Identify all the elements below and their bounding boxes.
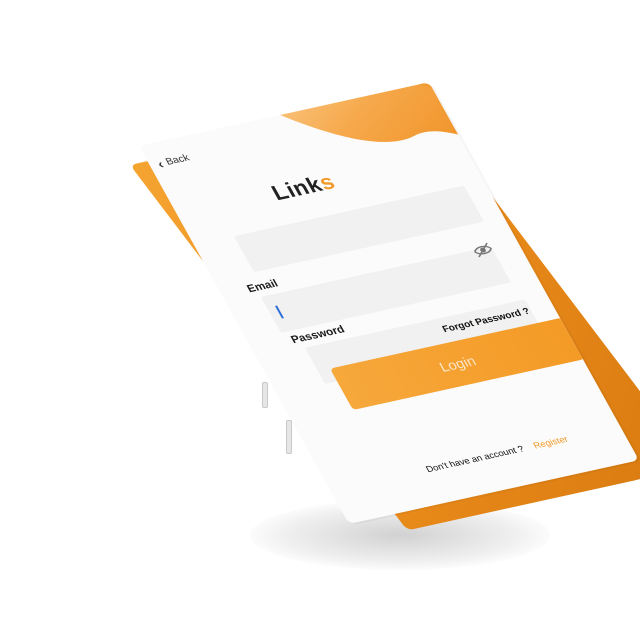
device-side-button <box>262 382 268 408</box>
mockup-stage: ‹ Back Links Email Password Forgot Passw… <box>0 0 640 640</box>
no-account-text: Don't have an account ? <box>424 443 526 475</box>
header-wave-decoration <box>239 82 509 146</box>
login-label: Login <box>436 352 479 375</box>
text-cursor <box>275 305 284 319</box>
register-link[interactable]: Register <box>531 434 570 450</box>
email-label: Email <box>245 277 281 296</box>
tablet-device: ‹ Back Links Email Password Forgot Passw… <box>0 0 640 640</box>
register-row: Don't have an account ? Register <box>424 434 570 474</box>
device-side-button-lower <box>286 420 292 454</box>
back-label: Back <box>163 152 192 168</box>
back-button[interactable]: ‹ Back <box>155 152 192 171</box>
